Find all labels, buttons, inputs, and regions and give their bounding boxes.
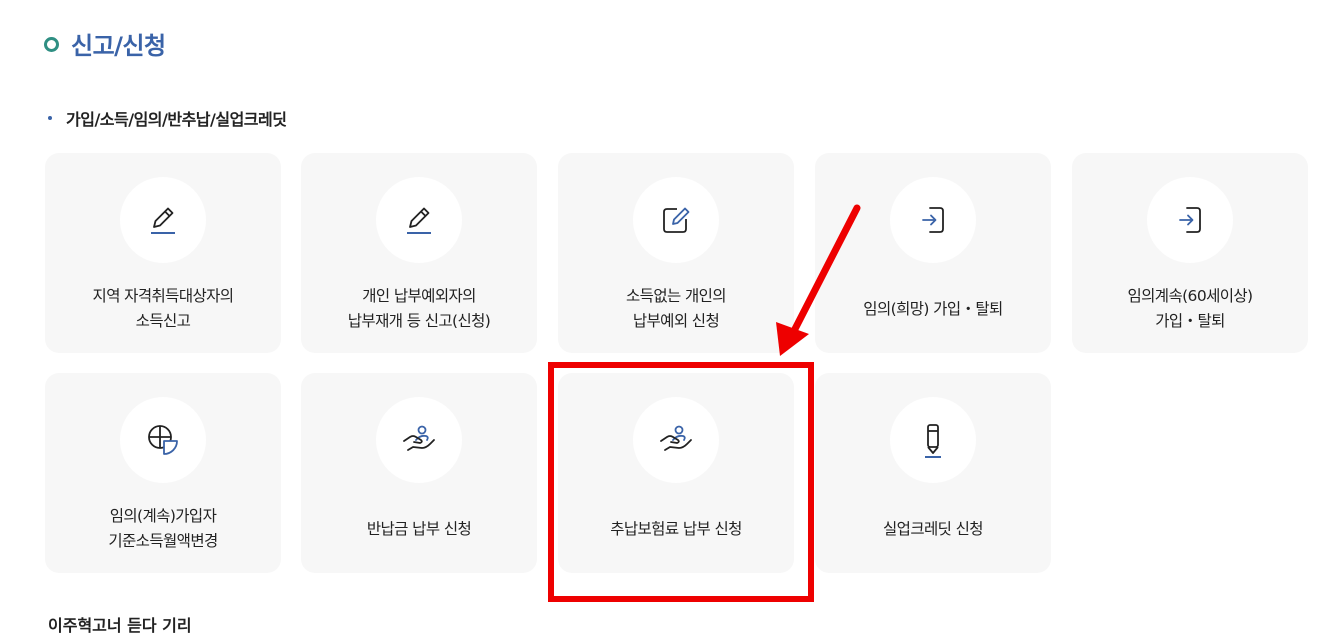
card-label: 소득없는 개인의 납부예외 신청 [626, 287, 727, 330]
dot-bullet-icon [48, 116, 52, 120]
pencil-icon [151, 207, 175, 234]
edit-square-icon [663, 207, 690, 233]
card-regional-income-report[interactable]: 지역 자격취득대상자의 소득신고 [45, 153, 281, 353]
card-voluntary-join-leave[interactable]: 임의(희망) 가입・탈퇴 [815, 153, 1051, 353]
subsection-title: 가입/소득/임의/반추납/실업크레딧 [48, 106, 287, 130]
card-label: 실업크레딧 신청 [883, 519, 984, 538]
card-voluntary-continuation-join-leave[interactable]: 임의계속(60세이상) 가입・탈퇴 [1072, 153, 1308, 353]
card-payment-resume-report[interactable]: 개인 납부예외자의 납부재개 등 신고(신청) [301, 153, 537, 353]
ring-bullet-icon [44, 36, 59, 52]
card-refund-payment[interactable]: 반납금 납부 신청 [301, 373, 537, 573]
highlight-box [548, 362, 814, 602]
subsection-title-text: 가입/소득/임의/반추납/실업크레딧 [66, 110, 287, 129]
pen-icon [925, 424, 941, 458]
pencil-icon [407, 207, 431, 234]
section-title-text: 신고/신청 [71, 31, 166, 60]
card-no-income-exemption[interactable]: 소득없는 개인의 납부예외 신청 [558, 153, 794, 353]
chart-icon [148, 425, 178, 455]
card-label: 임의(계속)가입자 기준소득월액변경 [108, 507, 218, 550]
login-icon [1179, 207, 1201, 233]
card-label: 반납금 납부 신청 [366, 519, 472, 538]
card-label: 개인 납부예외자의 납부재개 등 신고(신청) [347, 287, 491, 330]
next-section-title: 이주혁고너 듣다 기리 [48, 616, 192, 635]
card-label: 임의(희망) 가입・탈퇴 [863, 299, 1003, 318]
card-label: 지역 자격취득대상자의 소득신고 [92, 287, 235, 330]
card-standard-income-change[interactable]: 임의(계속)가입자 기준소득월액변경 [45, 373, 281, 573]
card-unemployment-credit[interactable]: 실업크레딧 신청 [815, 373, 1051, 573]
hand-person-icon [403, 425, 435, 451]
section-title: 신고/신청 [44, 26, 166, 60]
login-icon [922, 207, 944, 233]
card-label: 임의계속(60세이상) 가입・탈퇴 [1127, 287, 1253, 330]
